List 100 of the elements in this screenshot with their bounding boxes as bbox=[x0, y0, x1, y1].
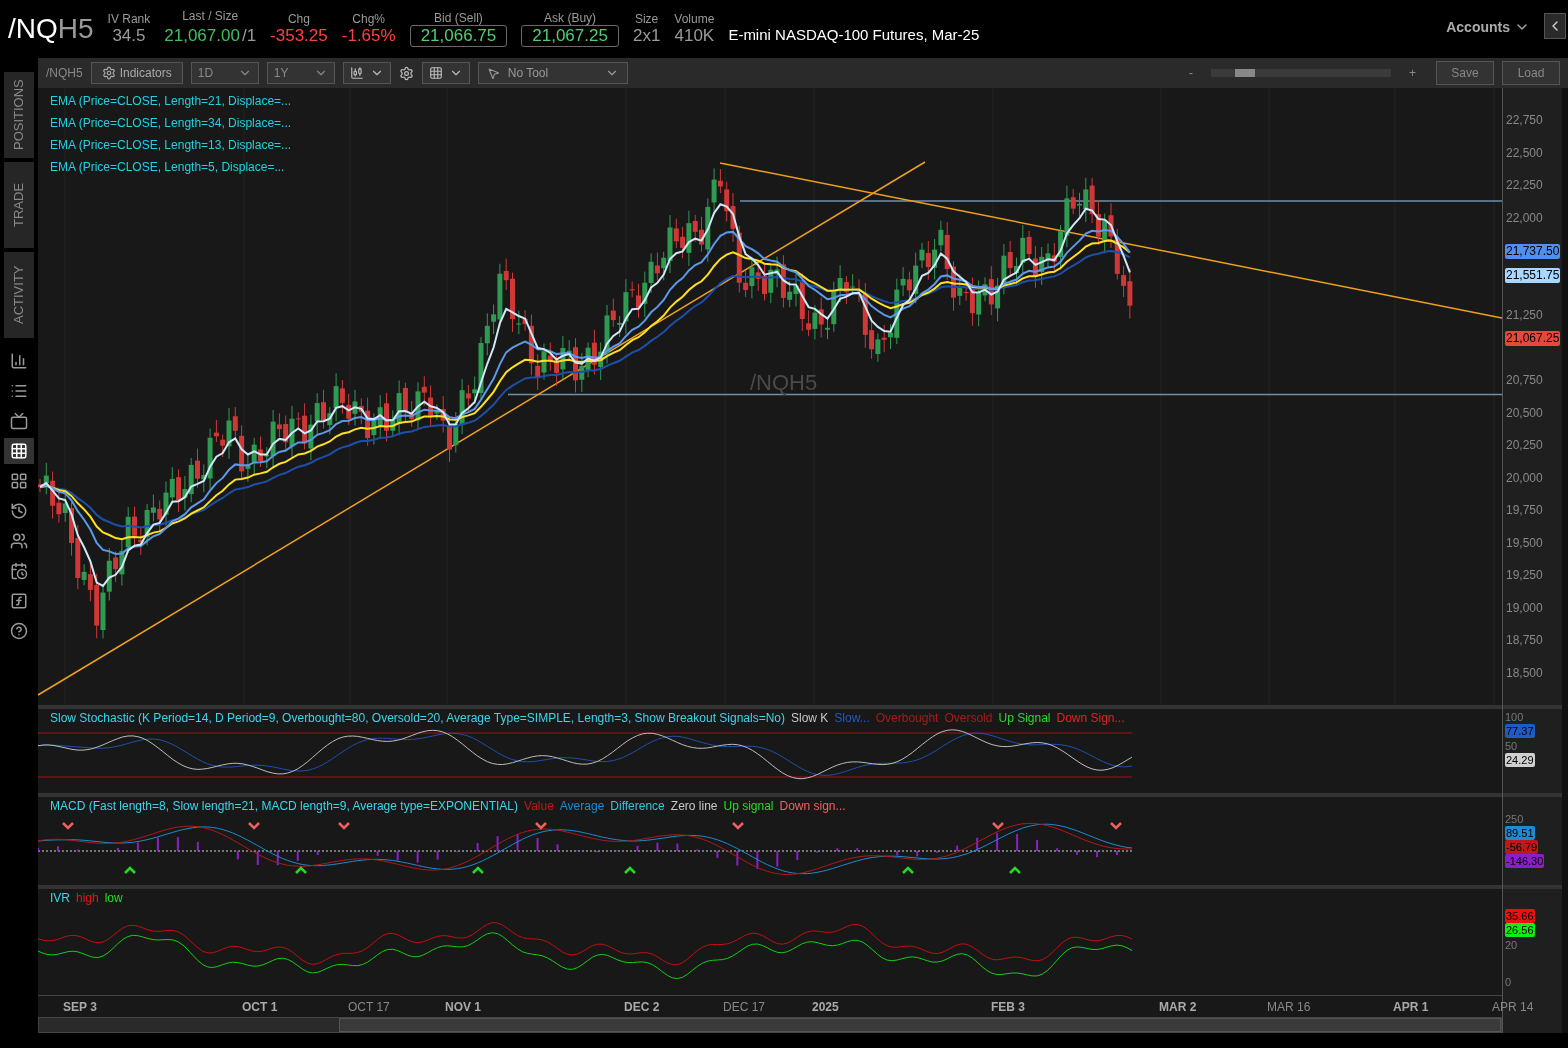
price-axis-label: 19,500 bbox=[1506, 535, 1543, 550]
scrollbar-thumb[interactable] bbox=[339, 1018, 1501, 1032]
chart-style-dropdown[interactable] bbox=[342, 62, 391, 84]
field-value: 2x1 bbox=[632, 26, 661, 46]
axis-tick-label: 0 bbox=[1505, 976, 1512, 989]
legend-label: Average bbox=[559, 798, 605, 814]
study-label: EMA (Price=CLOSE, Length=21, Displace=... bbox=[50, 93, 292, 110]
date-label: FEB 3 bbox=[991, 1000, 1025, 1014]
field-value: 34.5 bbox=[112, 26, 146, 46]
price-axis-label: 20,500 bbox=[1506, 405, 1543, 420]
price-axis-label: 22,250 bbox=[1506, 178, 1543, 193]
grid-icon bbox=[428, 66, 443, 80]
instrument-description: E-mini NASDAQ-100 Futures, Mar-25 bbox=[728, 24, 980, 45]
date-label: OCT 1 bbox=[242, 1000, 278, 1014]
zoom-in-label[interactable]: + bbox=[1409, 64, 1416, 82]
legend-label: low bbox=[104, 890, 123, 906]
price-badge: 21,551.75 bbox=[1505, 268, 1561, 284]
drawing-dropdown[interactable] bbox=[421, 62, 470, 84]
field-value: -1.65% bbox=[341, 26, 396, 46]
date-label: DEC 17 bbox=[723, 1000, 766, 1014]
symbol-root: /NQ bbox=[8, 15, 58, 43]
legend-label: Down Sign... bbox=[1056, 710, 1125, 726]
zoom-slider[interactable] bbox=[1211, 69, 1391, 77]
price-badge: 21,067.25 bbox=[1505, 331, 1561, 347]
legend-label: high bbox=[76, 890, 99, 906]
field-label: Chg% bbox=[352, 12, 386, 26]
field-extra: /1 bbox=[241, 25, 257, 48]
price-axis-label: 22,500 bbox=[1506, 145, 1543, 160]
price-axis-label: 18,750 bbox=[1506, 633, 1543, 648]
value-badge: 77.37 bbox=[1505, 724, 1535, 738]
price-axis-label: 19,750 bbox=[1506, 503, 1543, 518]
pointer-icon bbox=[486, 66, 500, 80]
sidebar-tab[interactable]: POSITIONS bbox=[4, 72, 34, 158]
price-badge: 21,737.50 bbox=[1505, 244, 1561, 259]
legend-label: Oversold bbox=[944, 710, 993, 726]
chart-watermark: /NQH5 bbox=[750, 369, 818, 397]
value-badge: 35.66 bbox=[1505, 909, 1535, 923]
legend-label: Difference bbox=[610, 798, 665, 814]
legend-label: Zero line bbox=[670, 798, 718, 814]
study-title: MACD (Fast length=8, Slow length=21, MACD length=9, Average type=EXPONENTIAL) bbox=[50, 798, 518, 814]
price-axis-label: 19,250 bbox=[1506, 568, 1543, 583]
load-button[interactable]: Load bbox=[1502, 61, 1560, 85]
legend-label: Up Signal bbox=[998, 710, 1051, 726]
gear-icon bbox=[101, 66, 116, 80]
aggregation-dropdown[interactable]: 1D bbox=[190, 62, 259, 84]
date-label: SEP 3 bbox=[63, 1000, 97, 1014]
value-badge: 24.29 bbox=[1505, 753, 1535, 767]
field-value: 21,066.75 bbox=[409, 25, 508, 47]
legend-label: Overbought bbox=[875, 710, 939, 726]
legend-label: Value bbox=[524, 798, 554, 814]
date-label: MAR 2 bbox=[1159, 1000, 1197, 1014]
field-label: Last / Size bbox=[182, 9, 239, 24]
price-axis-label: 20,250 bbox=[1506, 438, 1543, 453]
date-label: MAR 16 bbox=[1267, 1000, 1311, 1014]
indicators-button[interactable]: Indicators bbox=[90, 62, 183, 84]
axis-tick-label: 100 bbox=[1505, 711, 1524, 724]
field-value: 21,067.00 bbox=[164, 26, 240, 47]
field-value: 410K bbox=[674, 26, 715, 46]
study-title: Slow Stochastic (K Period=14, D Period=9, Overbought=80, Oversold=20, Average Type=SIMPLE, Length=3, Show Breakout Signals=No) bbox=[50, 710, 785, 726]
price-axis-label: 20,750 bbox=[1506, 373, 1543, 388]
save-button[interactable]: Save bbox=[1436, 61, 1494, 85]
collapse-button[interactable] bbox=[1544, 13, 1566, 39]
zoom-out-label[interactable]: - bbox=[1189, 64, 1193, 82]
zoom-thumb[interactable] bbox=[1235, 69, 1255, 77]
study-label: EMA (Price=CLOSE, Length=5, Displace=... bbox=[50, 159, 286, 176]
scrollbar[interactable] bbox=[38, 1017, 1502, 1033]
value-badge: -146.30 bbox=[1505, 854, 1545, 868]
legend-label: Slow... bbox=[834, 710, 870, 726]
price-axis-label: 22,750 bbox=[1506, 113, 1543, 128]
value-badge: 26.56 bbox=[1505, 923, 1535, 937]
axis-tick-label: 20 bbox=[1505, 939, 1518, 952]
date-label: APR 14 bbox=[1492, 1000, 1534, 1014]
price-axis-label: 20,000 bbox=[1506, 470, 1543, 485]
chart-symbol: /NQH5 bbox=[46, 65, 83, 82]
legend-label: Down sign... bbox=[779, 798, 846, 814]
value-badge: -56.79 bbox=[1505, 840, 1539, 854]
price-axis-label: 21,250 bbox=[1506, 308, 1543, 323]
field-label: Volume bbox=[674, 12, 715, 26]
settings-icon[interactable] bbox=[398, 65, 414, 81]
study-title: IVR bbox=[50, 890, 70, 906]
sidebar-tab[interactable]: ACTIVITY bbox=[4, 252, 34, 338]
field-label: Ask (Buy) bbox=[544, 11, 597, 25]
accounts-button[interactable]: Accounts bbox=[1446, 10, 1530, 48]
sidebar-tab[interactable]: TRADE bbox=[4, 162, 34, 248]
date-label: 2025 bbox=[812, 1000, 839, 1014]
field-value: 21,067.25 bbox=[521, 25, 619, 47]
field-label: IV Rank bbox=[107, 12, 151, 26]
tool-dropdown[interactable]: No Tool bbox=[477, 62, 628, 84]
period-dropdown[interactable]: 1Y bbox=[266, 62, 335, 84]
field-value: -353.25 bbox=[270, 26, 328, 46]
legend-label: Slow K bbox=[791, 710, 829, 726]
price-axis-label: 22,000 bbox=[1506, 210, 1543, 225]
axis-tick-label: 250 bbox=[1505, 813, 1524, 826]
candlestick-icon bbox=[349, 66, 364, 80]
grid-chart-icon[interactable] bbox=[4, 438, 34, 464]
price-axis-label: 18,500 bbox=[1506, 665, 1543, 680]
legend-label: Up signal bbox=[723, 798, 774, 814]
date-label: DEC 2 bbox=[624, 1000, 660, 1014]
price-axis-label: 19,000 bbox=[1506, 600, 1543, 615]
field-label: Size bbox=[634, 12, 659, 26]
